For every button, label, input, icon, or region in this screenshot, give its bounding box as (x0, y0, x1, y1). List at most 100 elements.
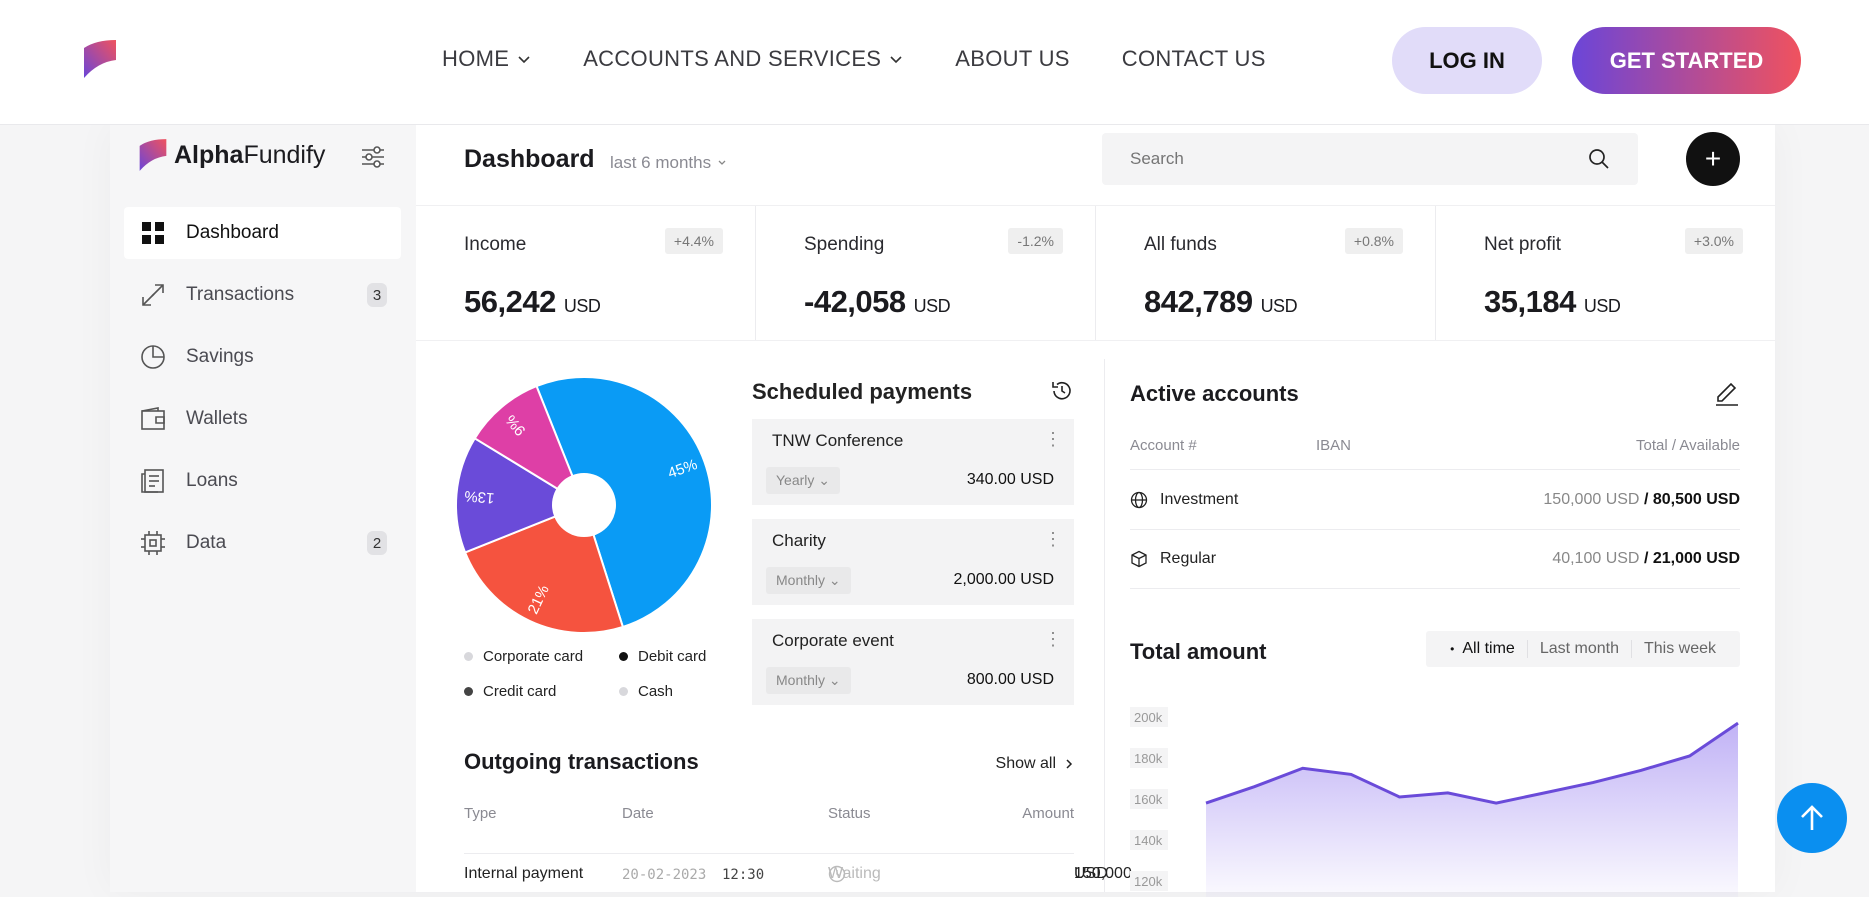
edit-icon[interactable] (1714, 381, 1740, 407)
sidebar-item-wallets[interactable]: Wallets (124, 393, 401, 445)
frequency-dropdown[interactable]: Yearly ⌄ (766, 467, 840, 494)
tab-last-month[interactable]: Last month (1527, 640, 1631, 658)
column-header: Total / Available (1636, 437, 1740, 454)
legend-item: Debit card (619, 648, 729, 665)
stat-label: Net profit (1484, 234, 1561, 256)
section-title: Total amount (1130, 639, 1266, 665)
search-input[interactable] (1130, 149, 1550, 169)
legend-item: Credit card (464, 683, 619, 700)
count-badge: 2 (367, 531, 387, 555)
y-tick-label: 160k (1134, 792, 1163, 807)
frequency-dropdown[interactable]: Monthly ⌄ (766, 667, 851, 694)
sidebar-item-dashboard[interactable]: Dashboard (124, 207, 401, 259)
total-amount-chart: 200k180k160k140k120k (1130, 697, 1740, 897)
stat-label: Spending (804, 234, 884, 256)
frequency-label: Monthly (776, 672, 825, 688)
account-name: Regular (1130, 550, 1216, 568)
y-tick-label: 200k (1134, 710, 1163, 725)
pie-hole (552, 473, 616, 537)
stat-value: 842,789USD (1144, 284, 1297, 320)
pie-legend: Corporate card Debit card Credit card Ca… (464, 648, 724, 700)
payment-item[interactable]: Corporate event ⋮ Monthly ⌄ 800.00 USD (752, 619, 1074, 705)
area-fill (1206, 723, 1738, 897)
active-accounts: Active accounts Account # IBAN Total / A… (1130, 381, 1740, 407)
y-tick-label: 180k (1134, 751, 1163, 766)
legend-dot (619, 652, 628, 661)
brand-logo-icon[interactable] (82, 38, 118, 80)
account-values: 150,000 USD / 80,500 USD (1543, 491, 1740, 509)
app-logo[interactable]: AlphaFundify (138, 137, 325, 173)
count-badge: 3 (367, 283, 387, 307)
column-header: IBAN (1316, 437, 1351, 454)
login-button[interactable]: LOG IN (1392, 27, 1542, 94)
payment-amount: 2,000.00 USD (953, 571, 1054, 589)
add-button[interactable]: + (1686, 132, 1740, 186)
get-started-button[interactable]: GET STARTED (1572, 27, 1801, 94)
y-tick-label: 120k (1134, 874, 1163, 889)
sidebar-item-transactions[interactable]: Transactions 3 (124, 269, 401, 321)
frequency-dropdown[interactable]: Monthly ⌄ (766, 567, 851, 594)
chip-icon (140, 530, 166, 556)
section-title: Scheduled payments (752, 379, 1074, 405)
stat-value: 56,242USD (464, 284, 600, 320)
column-header: Date (622, 805, 654, 822)
stat-card-spending: Spending -1.2% -42,058USD (755, 206, 1095, 340)
grid-icon (140, 220, 166, 246)
account-label: Regular (1160, 550, 1216, 568)
menu-item-accounts[interactable]: ACCOUNTS AND SERVICES (583, 46, 903, 72)
menu-item-about[interactable]: ABOUT US (955, 46, 1069, 72)
search-bar (1102, 133, 1638, 185)
stat-unit: USD (1584, 296, 1621, 316)
tab-this-week[interactable]: This week (1631, 640, 1728, 658)
account-row[interactable]: Regular 40,100 USD / 21,000 USD (1130, 529, 1740, 589)
show-all-label: Show all (996, 755, 1056, 773)
more-vertical-icon[interactable]: ⋮ (1044, 529, 1062, 550)
sidebar-item-loans[interactable]: Loans (124, 455, 401, 507)
scheduled-payments: Scheduled payments TNW Conference ⋮ Year… (752, 379, 1074, 705)
payment-name: TNW Conference (772, 431, 903, 451)
history-icon[interactable] (1050, 379, 1074, 403)
status-label: Waiting (828, 865, 881, 883)
sidebar-item-label: Savings (186, 346, 254, 368)
stat-number: 842,789 (1144, 284, 1253, 319)
sidebar-menu: Dashboard Transactions 3 Savings Wallets… (124, 207, 401, 579)
chevron-down-icon (517, 52, 531, 66)
wallet-icon (140, 406, 166, 432)
stat-delta-badge: -1.2% (1008, 228, 1063, 254)
account-label: Investment (1160, 491, 1238, 509)
menu-item-contact[interactable]: CONTACT US (1122, 46, 1266, 72)
amount-unit: USD (1074, 865, 1108, 883)
column-header: Type (464, 805, 497, 822)
payment-item[interactable]: Charity ⋮ Monthly ⌄ 2,000.00 USD (752, 519, 1074, 605)
brand-name-light: Fundify (243, 141, 325, 169)
plus-icon: + (1705, 143, 1721, 175)
legend-label: Debit card (638, 648, 706, 665)
menu-item-label: ABOUT US (955, 46, 1069, 72)
stat-delta-badge: +4.4% (665, 228, 723, 254)
scroll-top-button[interactable] (1777, 783, 1847, 853)
show-all-link[interactable]: Show all (996, 755, 1074, 773)
menu-item-home[interactable]: HOME (442, 46, 531, 72)
payment-name: Corporate event (772, 631, 894, 651)
divider (464, 853, 1074, 854)
more-vertical-icon[interactable]: ⋮ (1044, 429, 1062, 450)
transfer-icon (140, 282, 166, 308)
time-range-tabs: All time Last month This week (1426, 631, 1740, 667)
sliders-icon[interactable] (359, 143, 387, 171)
stats-row: Income +4.4% 56,242USD Spending -1.2% -4… (416, 205, 1775, 341)
payment-item[interactable]: TNW Conference ⋮ Yearly ⌄ 340.00 USD (752, 419, 1074, 505)
sidebar-item-data[interactable]: Data 2 (124, 517, 401, 569)
tab-all-time[interactable]: All time (1438, 640, 1527, 658)
more-vertical-icon[interactable]: ⋮ (1044, 629, 1062, 650)
column-divider (1104, 359, 1105, 892)
account-row[interactable]: Investment 150,000 USD / 80,500 USD (1130, 469, 1740, 529)
stat-unit: USD (914, 296, 951, 316)
sidebar-item-savings[interactable]: Savings (124, 331, 401, 383)
unit: USD (1706, 550, 1740, 567)
period-selector[interactable]: last 6 months (610, 153, 727, 173)
stat-card-all-funds: All funds +0.8% 842,789USD (1095, 206, 1435, 340)
search-icon[interactable] (1588, 148, 1610, 170)
payment-amount: 800.00 USD (967, 671, 1054, 689)
menu-item-label: CONTACT US (1122, 46, 1266, 72)
sidebar-item-label: Data (186, 532, 226, 554)
